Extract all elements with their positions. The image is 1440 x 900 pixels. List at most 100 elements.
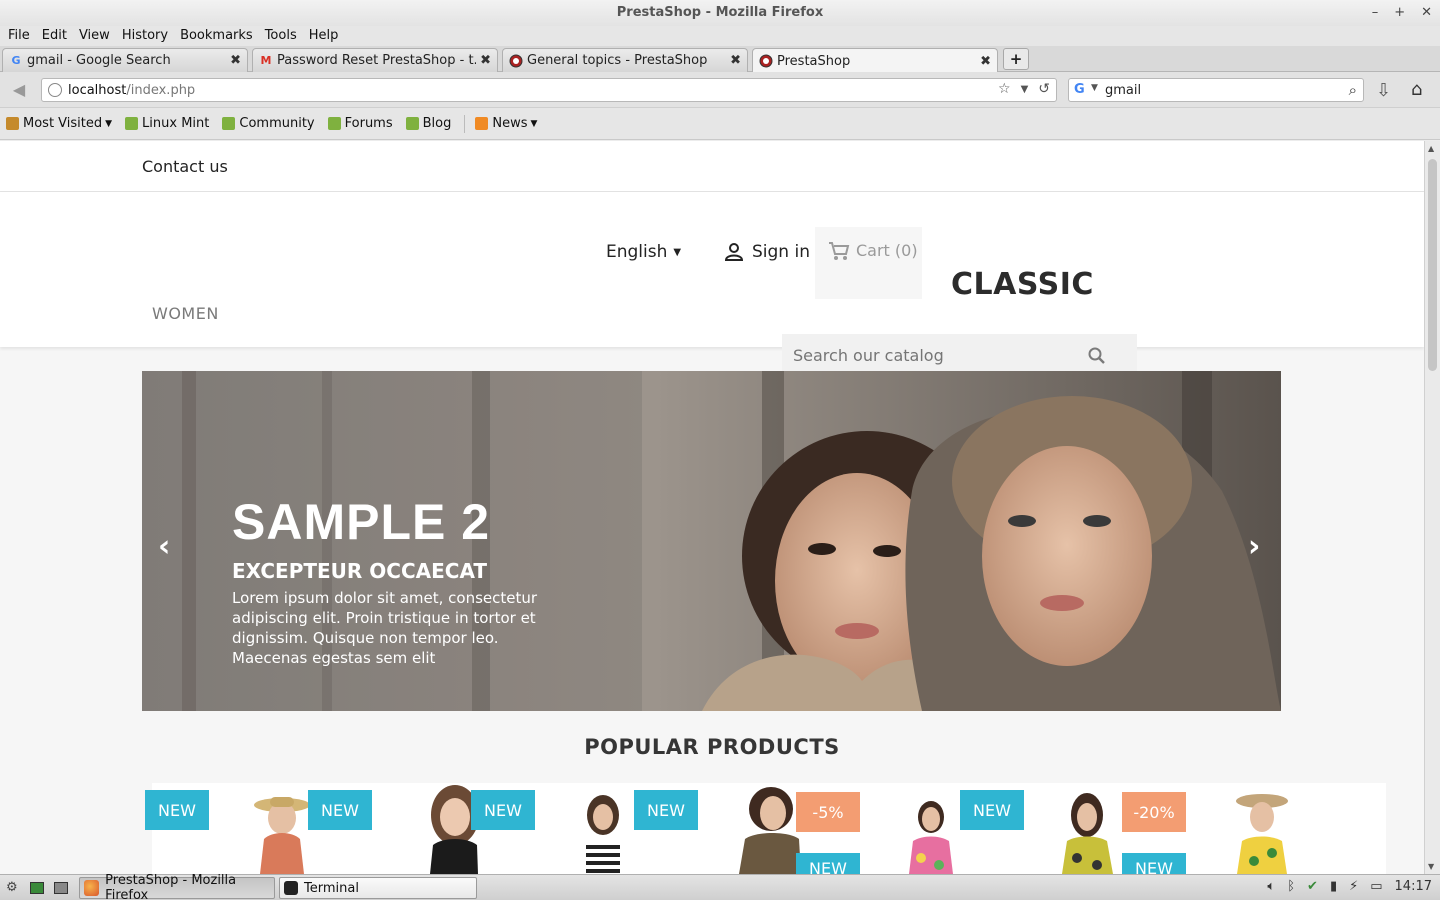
badge-new: NEW [960, 790, 1024, 830]
clock[interactable]: 14:17 [1395, 879, 1432, 894]
search-bar[interactable]: G ▼ gmail ⌕ [1068, 78, 1364, 102]
bookmarks-toolbar: Most Visited ▼ Linux Mint Community Forum… [0, 108, 1440, 140]
shop-logo[interactable]: CLASSIC [951, 267, 1094, 302]
search-icon[interactable] [1087, 346, 1107, 366]
chevron-down-icon[interactable]: ▼ [1091, 83, 1098, 93]
contact-us-link[interactable]: Contact us [142, 157, 228, 176]
tab-label: General topics - PrestaShop [527, 53, 708, 68]
minimize-icon[interactable]: – [1372, 0, 1379, 26]
window-title: PrestaShop - Mozilla Firefox [616, 5, 824, 20]
sign-in-link[interactable]: Sign in [724, 242, 810, 262]
firefox-icon [84, 880, 100, 896]
chevron-left-icon[interactable]: ‹ [158, 529, 170, 564]
product-card[interactable]: NEW -20% NEW [960, 783, 1386, 874]
terminal-icon [284, 881, 298, 895]
close-icon[interactable]: ✕ [1421, 0, 1432, 26]
hero-slider[interactable]: SAMPLE 2 EXCEPTEUR OCCAECAT Lorem ipsum … [142, 371, 1281, 711]
home-icon[interactable]: ⌂ [1411, 79, 1422, 100]
cart-label: Cart (0) [856, 241, 918, 260]
tab-close-icon[interactable]: ✖ [480, 53, 491, 68]
google-icon[interactable]: G [1074, 82, 1085, 97]
bookmark-separator [464, 114, 466, 133]
show-desktop-icon[interactable] [30, 882, 44, 894]
taskbar: ⚙ PrestaShop - Mozilla Firefox Terminal … [0, 873, 1440, 900]
new-tab-button[interactable]: + [1003, 48, 1029, 70]
menu-file[interactable]: File [2, 26, 36, 46]
bookmark-linux-mint[interactable]: Linux Mint [125, 116, 209, 131]
mint-icon [327, 117, 341, 130]
slide-title: SAMPLE 2 [232, 494, 491, 550]
bookmark-star-icon[interactable]: ☆ [998, 81, 1011, 99]
caret-down-icon: ▼ [673, 247, 682, 258]
maximize-icon[interactable]: + [1394, 0, 1405, 26]
badge-new: NEW [634, 790, 698, 830]
chevron-right-icon[interactable]: › [1248, 529, 1260, 564]
header-nav: Contact us [0, 141, 1424, 192]
taskbar-terminal[interactable]: Terminal [279, 877, 477, 899]
bookmark-forums[interactable]: Forums [327, 116, 393, 131]
product-list: NEW NEW NEW NEW -5% NEW NEW -20% NEW [145, 783, 1386, 874]
bookmark-most-visited[interactable]: Most Visited ▼ [6, 116, 112, 131]
tab-password-reset[interactable]: M Password Reset PrestaShop - t... ✖ [252, 48, 498, 72]
language-selector[interactable]: English ▼ [606, 242, 681, 262]
tab-close-icon[interactable]: ✖ [730, 53, 741, 68]
update-shield-icon[interactable]: ✔ [1307, 879, 1318, 894]
chevron-down-icon: ▼ [530, 118, 538, 129]
menu-gear-icon[interactable]: ⚙ [6, 880, 18, 895]
tab-label: Password Reset PrestaShop - t... [277, 53, 477, 68]
volume-icon[interactable]: 🔈︎ [1267, 879, 1275, 894]
language-label: English [606, 242, 668, 262]
menu-view[interactable]: View [73, 26, 116, 46]
network-icon[interactable]: ▮ [1330, 879, 1337, 894]
scroll-down-icon[interactable]: ▼ [1428, 862, 1434, 871]
bookmark-news[interactable]: News ▼ [475, 116, 537, 131]
product-card[interactable]: NEW [471, 783, 641, 874]
reload-icon[interactable]: ↺ [1038, 81, 1050, 99]
url-bar[interactable]: localhost/index.php ☆ ▼ ↺ [41, 78, 1057, 102]
menu-history[interactable]: History [116, 26, 174, 46]
bookmark-label: Community [239, 116, 315, 131]
menu-women[interactable]: WOMEN [152, 304, 219, 323]
page-scrollbar[interactable]: ▲ ▼ [1424, 141, 1440, 874]
back-arrow-icon[interactable]: ◀ [8, 80, 30, 100]
power-icon[interactable]: ⚡ [1349, 879, 1358, 894]
bookmark-label: Linux Mint [142, 116, 210, 131]
menu-help[interactable]: Help [303, 26, 345, 46]
bookmark-label: Forums [344, 116, 393, 131]
product-card[interactable]: NEW [145, 783, 315, 874]
bluetooth-icon[interactable]: ᛒ [1287, 879, 1295, 894]
scrollbar-thumb[interactable] [1428, 159, 1437, 371]
taskbar-firefox[interactable]: PrestaShop - Mozilla Firefox [79, 873, 275, 900]
tab-prestashop[interactable]: PrestaShop ✖ [752, 48, 998, 73]
product-card[interactable]: NEW -5% NEW [634, 783, 967, 874]
taskbar-label: PrestaShop - Mozilla Firefox [105, 873, 237, 900]
menu-tools[interactable]: Tools [259, 26, 303, 46]
badge-new: NEW [796, 853, 860, 874]
mint-icon [222, 117, 236, 130]
bookmark-community[interactable]: Community [222, 116, 315, 131]
battery-icon[interactable]: ▭ [1370, 879, 1382, 894]
globe-icon [48, 83, 62, 97]
scroll-up-icon[interactable]: ▲ [1428, 144, 1434, 153]
terminal-launcher-icon[interactable] [54, 882, 68, 894]
url-dropdown-icon[interactable]: ▼ [1021, 81, 1029, 99]
badge-new: NEW [1122, 853, 1186, 874]
tab-google-search[interactable]: G gmail - Google Search ✖ [2, 48, 248, 72]
chevron-down-icon: ▼ [105, 118, 113, 129]
menu-edit[interactable]: Edit [36, 26, 73, 46]
search-icon[interactable]: ⌕ [1349, 81, 1357, 99]
tab-close-icon[interactable]: ✖ [980, 54, 991, 69]
bookmark-blog[interactable]: Blog [405, 116, 452, 131]
tab-general-topics[interactable]: General topics - PrestaShop ✖ [502, 48, 748, 72]
bookmark-label: Blog [422, 116, 452, 131]
window-titlebar: PrestaShop - Mozilla Firefox – + ✕ [0, 0, 1440, 26]
prestashop-icon [759, 54, 773, 68]
tab-close-icon[interactable]: ✖ [230, 53, 241, 68]
cart-button[interactable]: Cart (0) [815, 227, 922, 299]
product-card[interactable]: NEW [308, 783, 479, 874]
search-input[interactable] [793, 346, 1083, 365]
system-tray: 🔈︎ ᛒ ✔ ▮ ⚡ ▭ 14:17 [1267, 879, 1432, 894]
menu-bookmarks[interactable]: Bookmarks [174, 26, 259, 46]
bookmark-label: Most Visited [23, 116, 103, 131]
download-icon[interactable]: ⇩ [1376, 80, 1391, 101]
